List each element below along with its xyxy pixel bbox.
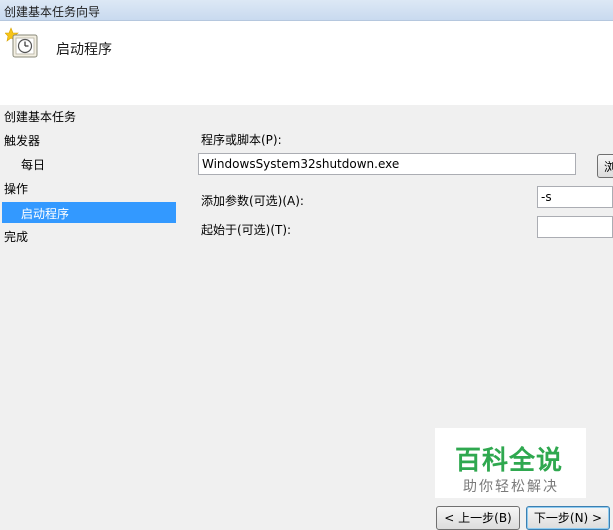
title-bar: 创建基本任务向导 [0, 0, 613, 21]
sidebar-item-create-task[interactable]: 创建基本任务 [4, 108, 76, 125]
args-label: 添加参数(可选)(A): [201, 194, 304, 208]
start-in-input[interactable] [537, 216, 613, 238]
sidebar-item-start-program[interactable]: 启动程序 [2, 202, 176, 223]
browse-button[interactable]: 浏 [597, 154, 613, 178]
next-button-label: 下一步(N) > [533, 511, 603, 525]
program-label: 程序或脚本(P): [201, 133, 282, 147]
start-in-label: 起始于(可选)(T): [201, 223, 292, 237]
watermark-title: 百科全说 [455, 446, 564, 476]
args-input[interactable] [537, 186, 613, 208]
sidebar-item-trigger[interactable]: 触发器 [4, 132, 40, 149]
program-input[interactable] [198, 153, 576, 175]
back-button[interactable]: < 上一步(B) [436, 506, 520, 530]
window-title: 创建基本任务向导 [4, 5, 101, 19]
wizard-steps-sidebar: 创建基本任务 触发器 每日 操作 启动程序 完成 [0, 106, 180, 526]
watermark-logo: 百科全说 助你轻松解决 [435, 428, 586, 498]
sidebar-item-action[interactable]: 操作 [4, 180, 28, 197]
back-button-label: < 上一步(B) [444, 511, 512, 525]
watermark-subtitle: 助你轻松解决 [463, 479, 559, 495]
sidebar-item-finish[interactable]: 完成 [4, 228, 28, 245]
task-clock-icon [4, 27, 39, 59]
wizard-header: 启动程序 [0, 21, 613, 105]
sidebar-item-daily[interactable]: 每日 [21, 156, 45, 173]
browse-button-label: 浏 [604, 160, 613, 174]
page-title: 启动程序 [56, 42, 112, 58]
sidebar-item-label: 启动程序 [21, 207, 70, 221]
next-button[interactable]: 下一步(N) > [526, 506, 610, 530]
